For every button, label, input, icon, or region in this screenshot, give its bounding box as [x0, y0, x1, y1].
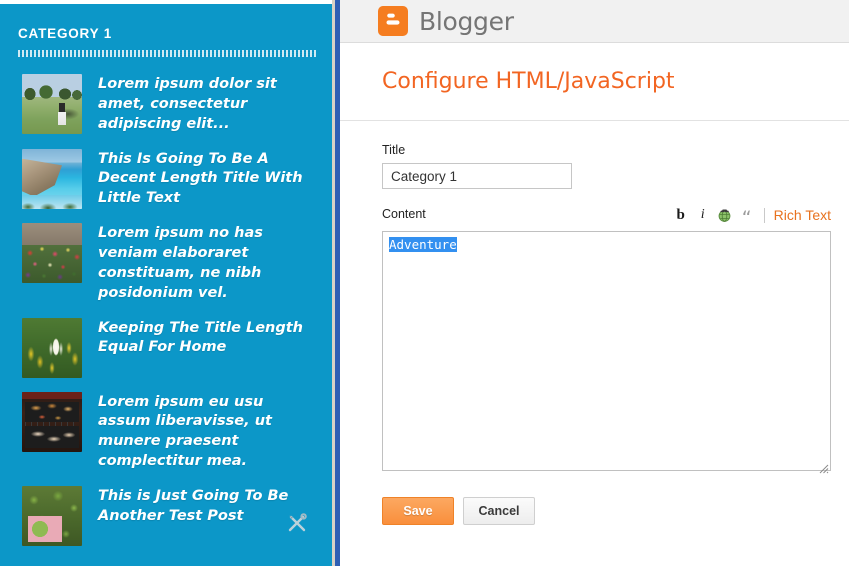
config-form: Title Content b i	[340, 121, 849, 525]
cancel-button[interactable]: Cancel	[463, 497, 535, 525]
post-title[interactable]: Keeping The Title Length Equal For Home	[98, 318, 318, 359]
post-title[interactable]: This Is Going To Be A Decent Length Titl…	[98, 149, 318, 210]
blockquote-button[interactable]: “	[737, 206, 757, 228]
content-header-row: Content b i “ Rich Text	[382, 206, 839, 228]
page-title: Configure HTML/JavaScript	[382, 69, 675, 94]
content-editor-wrap: Adventure	[382, 231, 831, 476]
title-input[interactable]	[382, 163, 572, 189]
post-title[interactable]: Lorem ipsum no has veniam elaboraret con…	[98, 223, 318, 303]
post-thumbnail-crocus-flowers-photo[interactable]	[22, 317, 82, 378]
title-label: Title	[382, 143, 406, 157]
blogger-logo-icon	[378, 6, 408, 36]
link-globe-icon[interactable]	[715, 206, 735, 224]
toolbar-separator	[763, 207, 765, 223]
category-heading: CATEGORY 1	[18, 26, 113, 41]
bold-button[interactable]: b	[671, 206, 691, 224]
content-textarea[interactable]	[382, 231, 831, 471]
dialog-actions: Save Cancel	[382, 497, 839, 525]
post-list: Lorem ipsum dolor sit amet, consectetur …	[0, 67, 332, 553]
category-divider	[18, 50, 316, 57]
title-field-group: Title	[382, 143, 839, 189]
post-thumbnail-grill-food-photo[interactable]	[22, 391, 82, 452]
post-title[interactable]: This is Just Going To Be Another Test Po…	[98, 486, 318, 527]
blogger-wordmark: Blogger	[419, 6, 514, 36]
save-button[interactable]: Save	[382, 497, 454, 525]
post-thumbnail-fig-fruit-photo[interactable]	[22, 486, 82, 547]
post-thumbnail-flower-basket-photo[interactable]	[22, 223, 82, 284]
configure-dialog: Blogger Configure HTML/JavaScript Title …	[340, 0, 849, 566]
blog-sidebar-preview: CATEGORY 1 Lorem ipsum dolor sit amet, c…	[0, 0, 340, 566]
italic-button[interactable]: i	[693, 206, 713, 224]
post-thumbnail-golf-course-photo[interactable]	[22, 74, 82, 134]
blogger-header: Blogger	[340, 0, 849, 43]
app-root: CATEGORY 1 Lorem ipsum dolor sit amet, c…	[0, 0, 849, 566]
list-item[interactable]: Keeping The Title Length Equal For Home	[0, 311, 332, 385]
content-label: Content	[382, 207, 426, 221]
list-item[interactable]: Lorem ipsum no has veniam elaboraret con…	[0, 216, 332, 310]
editor-toolbar: b i “ Rich Text	[671, 206, 832, 228]
list-item[interactable]: Lorem ipsum eu usu assum liberavisse, ut…	[0, 385, 332, 479]
list-item[interactable]: This Is Going To Be A Decent Length Titl…	[0, 142, 332, 217]
rich-text-toggle[interactable]: Rich Text	[774, 207, 831, 223]
content-field-group: Content b i “ Rich Text Adventure Advent…	[382, 206, 839, 476]
list-item[interactable]: This is Just Going To Be Another Test Po…	[0, 479, 332, 553]
tools-icon[interactable]	[286, 512, 308, 534]
post-title[interactable]: Lorem ipsum eu usu assum liberavisse, ut…	[98, 392, 318, 472]
post-title[interactable]: Lorem ipsum dolor sit amet, consectetur …	[98, 74, 318, 135]
sidebar-widget: CATEGORY 1 Lorem ipsum dolor sit amet, c…	[0, 4, 332, 562]
list-item[interactable]: Lorem ipsum dolor sit amet, consectetur …	[0, 67, 332, 142]
post-thumbnail-beach-cove-photo[interactable]	[22, 148, 82, 209]
